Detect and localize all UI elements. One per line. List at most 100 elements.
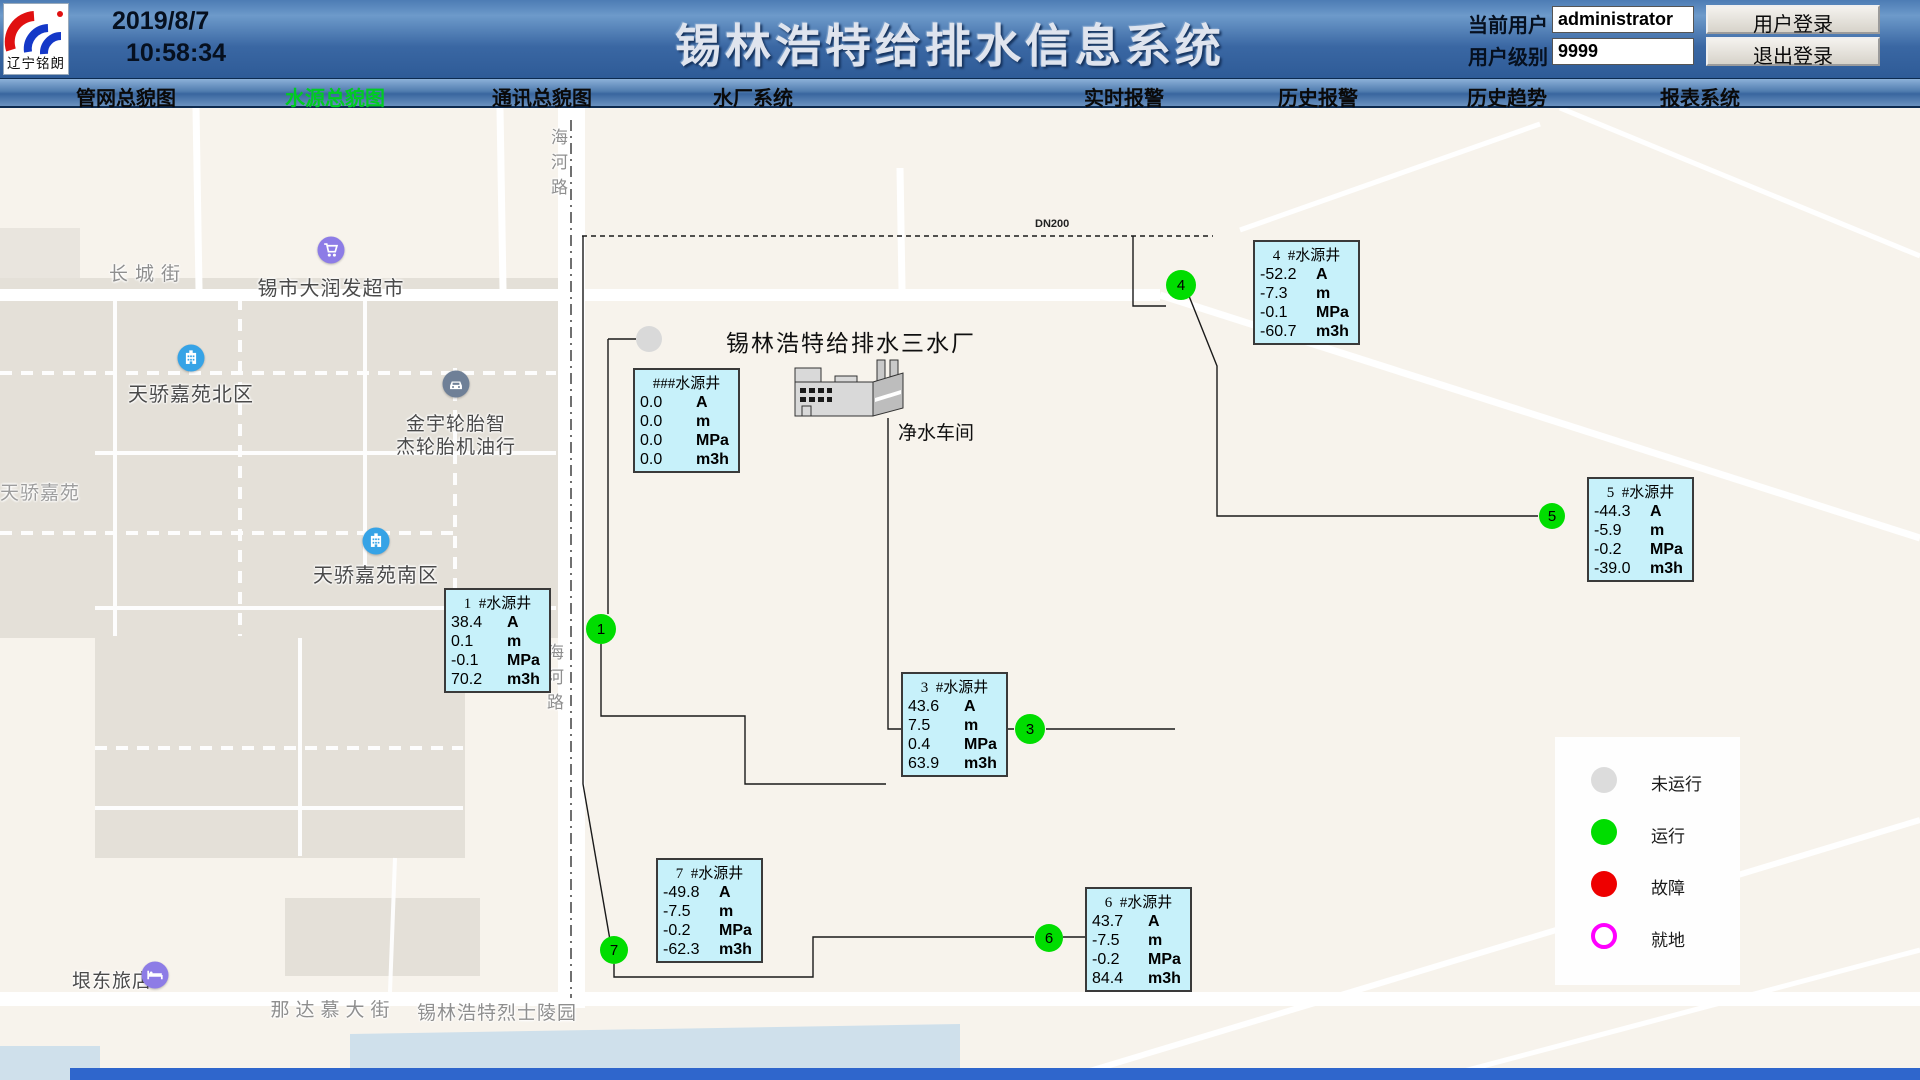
well-value: 0.0 — [640, 431, 696, 450]
bed-icon — [142, 962, 169, 989]
well-unit: m — [1148, 931, 1162, 950]
well-unit: m — [964, 716, 978, 735]
well-unit: MPa — [1316, 303, 1349, 322]
well-value: -7.5 — [663, 902, 719, 921]
building-icon — [363, 528, 390, 555]
well-data-box: 7 #水源井-49.8A-7.5m-0.2MPa-62.3m3h — [656, 858, 763, 963]
well-box-row: -7.5m — [1087, 931, 1190, 950]
well-box-row: -49.8A — [658, 883, 761, 902]
map-area[interactable]: 锡林浩特给排水三水厂 净水车间 DN200 未运行运行故障就地 长城街 锡市大润发… — [0, 108, 1920, 1080]
well-box-row: -5.9m — [1589, 521, 1692, 540]
well-box-title: ###水源井 — [635, 370, 738, 393]
well-box-row: 0.4MPa — [903, 735, 1006, 754]
well-marker-unnumbered[interactable] — [636, 326, 662, 352]
well-marker-3[interactable]: 3 — [1015, 714, 1045, 744]
legend-panel: 未运行运行故障就地 — [1555, 737, 1740, 985]
well-box-row: -7.5m — [658, 902, 761, 921]
well-value: 43.6 — [908, 697, 964, 716]
well-box-row: -7.3m — [1255, 284, 1358, 303]
well-data-box: 3 #水源井43.6A7.5m0.4MPa63.9m3h — [901, 672, 1008, 777]
legend-label: 故障 — [1651, 874, 1685, 899]
well-marker-7[interactable]: 7 — [600, 936, 628, 964]
map-label: 长城街 — [109, 259, 187, 286]
well-value: 0.0 — [640, 450, 696, 469]
well-unit: A — [507, 613, 519, 632]
map-label: 垠东旅店 — [72, 966, 152, 993]
well-value: -7.3 — [1260, 284, 1316, 303]
current-user-field[interactable] — [1552, 6, 1694, 33]
well-value: 0.0 — [640, 393, 696, 412]
legend-dot — [1591, 871, 1617, 897]
well-value: -5.9 — [1594, 521, 1650, 540]
well-unit: MPa — [1650, 540, 1683, 559]
login-button[interactable]: 用户登录 — [1706, 5, 1880, 34]
map-label: 天骄嘉苑 — [0, 478, 80, 505]
well-value: -0.2 — [663, 921, 719, 940]
well-unit: MPa — [719, 921, 752, 940]
well-box-row: 0.0A — [635, 393, 738, 412]
well-data-box: 1 #水源井38.4A0.1m-0.1MPa70.2m3h — [444, 588, 551, 693]
well-unit: m3h — [964, 754, 997, 773]
well-data-box: 6 #水源井43.7A-7.5m-0.2MPa84.4m3h — [1085, 887, 1192, 992]
nav-item-历史报警[interactable]: 历史报警 — [1278, 82, 1358, 111]
well-value: -0.1 — [1260, 303, 1316, 322]
well-box-row: 0.0MPa — [635, 431, 738, 450]
cart-icon — [318, 237, 345, 264]
well-value: -39.0 — [1594, 559, 1650, 578]
pipe-diameter-label: DN200 — [1035, 218, 1069, 230]
workshop-label: 净水车间 — [898, 418, 974, 445]
well-unit: MPa — [964, 735, 997, 754]
well-value: -52.2 — [1260, 265, 1316, 284]
well-marker-5[interactable]: 5 — [1539, 503, 1565, 529]
map-label: 锡市大润发超市 — [258, 272, 405, 301]
well-value: -7.5 — [1092, 931, 1148, 950]
well-value: 63.9 — [908, 754, 964, 773]
well-box-row: -0.1MPa — [446, 651, 549, 670]
well-marker-1[interactable]: 1 — [586, 614, 616, 644]
map-label: 那达慕大街 — [270, 995, 395, 1022]
well-unit: m3h — [1148, 969, 1181, 988]
nav-item-报表系统[interactable]: 报表系统 — [1660, 82, 1740, 111]
well-box-row: -62.3m3h — [658, 940, 761, 959]
nav-item-水厂系统[interactable]: 水厂系统 — [713, 82, 793, 111]
nav-item-水源总貌图[interactable]: 水源总貌图 — [285, 82, 385, 111]
well-value: 0.4 — [908, 735, 964, 754]
well-box-row: -39.0m3h — [1589, 559, 1692, 578]
well-data-box: ###水源井0.0A0.0m0.0MPa0.0m3h — [633, 368, 740, 473]
well-unit: A — [1650, 502, 1662, 521]
well-box-row: -52.2A — [1255, 265, 1358, 284]
well-box-row: -0.1MPa — [1255, 303, 1358, 322]
plant-title: 锡林浩特给排水三水厂 — [726, 324, 976, 358]
legend-ring — [1591, 923, 1617, 949]
well-unit: A — [964, 697, 976, 716]
well-unit: m — [696, 412, 710, 431]
nav-item-管网总貌图[interactable]: 管网总貌图 — [76, 82, 176, 111]
well-unit: A — [696, 393, 708, 412]
well-marker-6[interactable]: 6 — [1035, 924, 1063, 952]
well-value: -44.3 — [1594, 502, 1650, 521]
user-level-label: 用户级别 — [1468, 41, 1548, 70]
well-unit: m — [719, 902, 733, 921]
nav-item-实时报警[interactable]: 实时报警 — [1084, 82, 1164, 111]
well-box-row: 70.2m3h — [446, 670, 549, 689]
nav-item-历史趋势[interactable]: 历史趋势 — [1467, 82, 1547, 111]
page-title: 锡林浩特给排水信息系统 — [675, 10, 1225, 76]
user-level-field[interactable] — [1552, 38, 1694, 65]
well-value: 38.4 — [451, 613, 507, 632]
well-marker-4[interactable]: 4 — [1166, 270, 1196, 300]
nav-item-通讯总貌图[interactable]: 通讯总貌图 — [492, 82, 592, 111]
well-value: -60.7 — [1260, 322, 1316, 341]
well-box-row: -60.7m3h — [1255, 322, 1358, 341]
legend-dot — [1591, 819, 1617, 845]
well-box-row: 0.0m — [635, 412, 738, 431]
building-icon — [178, 345, 205, 372]
well-box-row: -0.2MPa — [1087, 950, 1190, 969]
map-label: 海河路 — [545, 128, 570, 203]
logout-button[interactable]: 退出登录 — [1706, 37, 1880, 66]
well-data-box: 5 #水源井-44.3A-5.9m-0.2MPa-39.0m3h — [1587, 477, 1694, 582]
well-value: 0.1 — [451, 632, 507, 651]
date-text: 2019/8/7 — [112, 5, 226, 37]
map-label: 锡林浩特烈士陵园 — [417, 998, 577, 1025]
well-value: 84.4 — [1092, 969, 1148, 988]
factory-icon — [793, 358, 917, 422]
